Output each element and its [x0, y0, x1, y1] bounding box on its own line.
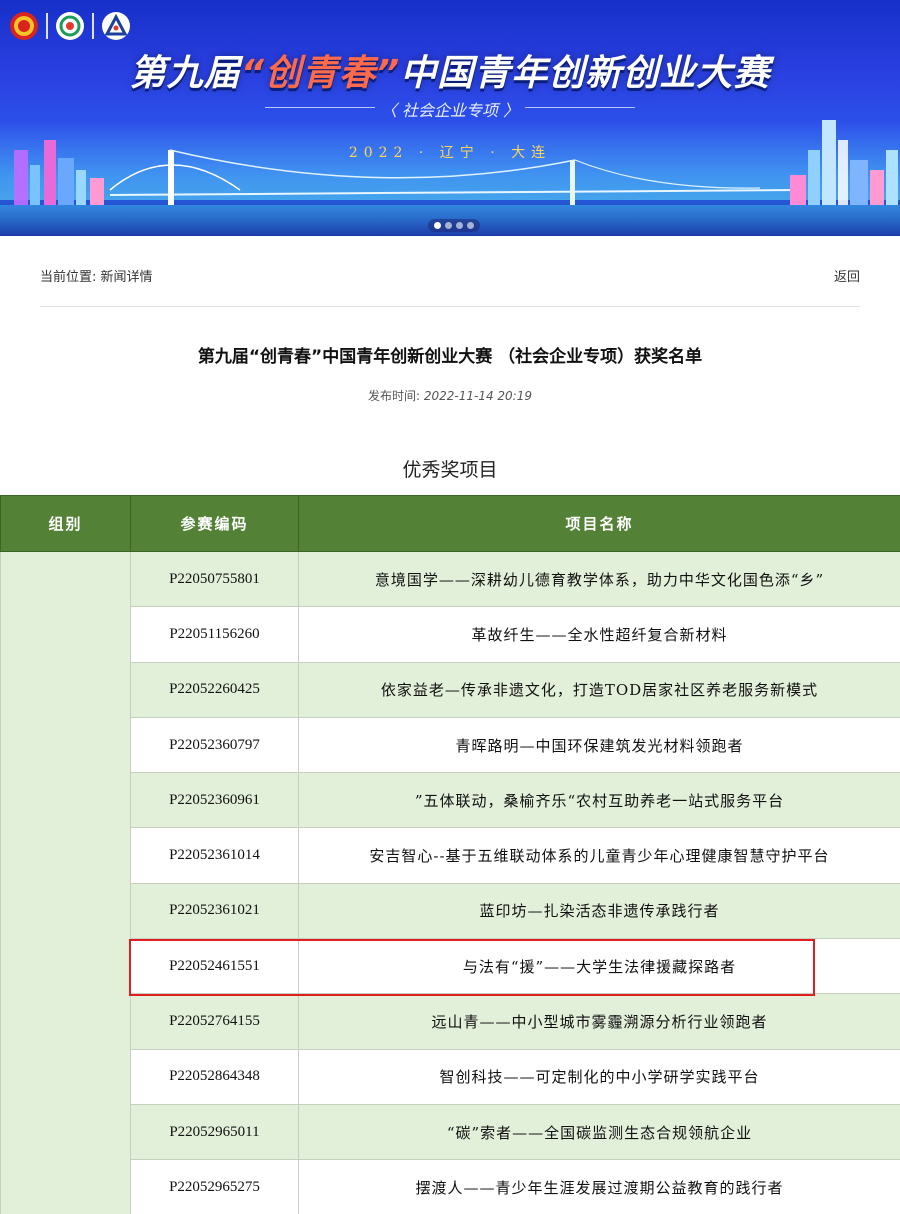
banner-title: 第九届“创青春”中国青年创新创业大赛: [0, 44, 900, 96]
entry-code-cell: P22052360961: [130, 772, 299, 829]
project-name-cell: 依家益老—传承非遗文化，打造TOD居家社区养老服务新模式: [298, 661, 900, 718]
banner-title-part2: 中国青年创新创业大赛: [400, 53, 771, 94]
project-name-cell: 与法有“援”——大学生法律援藏探路者: [298, 938, 900, 995]
table-row: P22052965011 “碳”索者——全国碳监测生态合规领航企业: [1, 1103, 900, 1161]
table-row: P22052361021 蓝印坊—扎染活态非遗传承践行者: [1, 882, 900, 940]
carousel-dot-3[interactable]: [456, 222, 463, 229]
group-cell: [0, 551, 131, 1214]
organizer-logos: [10, 12, 130, 40]
project-name-cell: 青晖路明—中国环保建筑发光材料领跑者: [298, 716, 900, 774]
column-header-code: 参赛编码: [130, 495, 299, 552]
entry-code-cell: P22051156260: [130, 606, 299, 663]
table-row: P22052764155 远山青——中小型城市雾霾溯源分析行业领跑者: [1, 993, 900, 1050]
project-name-cell: 意境国学——深耕幼儿德育教学体系，助力中华文化国色添“乡”: [298, 550, 900, 608]
header-divider: [40, 306, 860, 307]
project-name-cell: 安吉智心--基于五维联动体系的儿童青少年心理健康智慧守护平台: [298, 827, 900, 884]
table-row: P22052360961 ”五体联动，桑榆齐乐“农村互助养老一站式服务平台: [1, 772, 900, 829]
entry-code-cell: P22050755801: [130, 550, 299, 608]
logo-divider: [46, 13, 48, 39]
column-header-project-name: 项目名称: [298, 495, 900, 552]
awards-table: 组别 参赛编码 项目名称 P22050755801 意境国学——深耕幼儿德育教学体…: [0, 495, 900, 1214]
hero-banner[interactable]: 第九届“创青春”中国青年创新创业大赛 〈 社会企业专项 〉 2022 · 辽宁 …: [0, 0, 900, 236]
entry-code-cell: P22052260425: [130, 661, 299, 718]
table-row: P22052360797 青晖路明—中国环保建筑发光材料领跑者: [1, 716, 900, 774]
entry-code-cell: P22052360797: [130, 716, 299, 774]
project-name-cell: ”五体联动，桑榆齐乐“农村互助养老一站式服务平台: [298, 772, 900, 829]
banner-title-highlight: “创青春”: [240, 53, 401, 94]
carousel-dot-2[interactable]: [445, 222, 452, 229]
publish-info: 发布时间: 2022-11-14 20:19: [0, 387, 900, 404]
table-row: P22052965275 摆渡人——青少年生涯发展过渡期公益教育的践行者: [1, 1159, 900, 1214]
carousel-dot-4[interactable]: [467, 222, 474, 229]
section-title: 优秀奖项目: [402, 459, 498, 481]
breadcrumb-current: 新闻详情: [100, 270, 153, 285]
table-row: P22050755801 意境国学——深耕幼儿德育教学体系，助力中华文化国色添“乡…: [0, 550, 900, 1214]
league-emblem-icon: [10, 12, 38, 40]
carousel-pagination[interactable]: [428, 219, 480, 232]
entry-code-cell: P22052361021: [130, 882, 299, 940]
banner-title-part1: 第九届: [129, 53, 241, 94]
entry-code-cell: P22052965011: [130, 1103, 299, 1161]
banner-subtitle: 〈 社会企业专项 〉: [380, 101, 520, 120]
table-row: P22052361014 安吉智心--基于五维联动体系的儿童青少年心理健康智慧守护…: [1, 827, 900, 884]
banner-location: 2022 · 辽宁 · 大连: [348, 145, 552, 161]
table-row: P22052260425 依家益老—传承非遗文化，打造TOD居家社区养老服务新模式: [1, 661, 900, 718]
publish-time: 2022-11-14 20:19: [423, 389, 532, 403]
project-name-cell: 远山青——中小型城市雾霾溯源分析行业领跑者: [298, 993, 900, 1050]
subtitle-right-line: [525, 107, 635, 108]
project-name-cell: 智创科技——可定制化的中小学研学实践平台: [298, 1048, 900, 1105]
entry-code-cell: P22052864348: [130, 1048, 299, 1105]
project-name-cell: 摆渡人——青少年生涯发展过渡期公益教育的践行者: [298, 1159, 900, 1214]
table-row: P22051156260 革故纤生——全水性超纤复合新材料: [1, 606, 900, 663]
project-name-cell: 革故纤生——全水性超纤复合新材料: [298, 606, 900, 663]
entry-code-cell: P22052965275: [130, 1159, 299, 1214]
logo-divider: [92, 13, 94, 39]
table-header-row: 组别 参赛编码 项目名称: [0, 495, 900, 552]
back-link[interactable]: 返回: [834, 266, 860, 285]
contest-emblem-icon: [56, 12, 84, 40]
table-row: P22052461551 与法有“援”——大学生法律援藏探路者: [1, 938, 900, 995]
entry-code-cell: P22052461551: [130, 938, 299, 995]
publish-label: 发布时间:: [367, 389, 421, 403]
breadcrumb: 当前位置: 新闻详情: [40, 266, 153, 285]
column-header-group: 组别: [0, 495, 131, 552]
carousel-dot-1[interactable]: [434, 222, 441, 229]
table-row: P22052864348 智创科技——可定制化的中小学研学实践平台: [1, 1048, 900, 1105]
entry-code-cell: P22052361014: [130, 827, 299, 884]
project-name-cell: 蓝印坊—扎染活态非遗传承践行者: [298, 882, 900, 940]
challenge-cup-icon: [102, 12, 130, 40]
article-title: 第九届“创青春”中国青年创新创业大赛 （社会企业专项）获奖名单: [197, 347, 703, 367]
entry-code-cell: P22052764155: [130, 993, 299, 1050]
breadcrumb-label: 当前位置:: [40, 270, 97, 285]
project-name-cell: “碳”索者——全国碳监测生态合规领航企业: [298, 1103, 900, 1161]
